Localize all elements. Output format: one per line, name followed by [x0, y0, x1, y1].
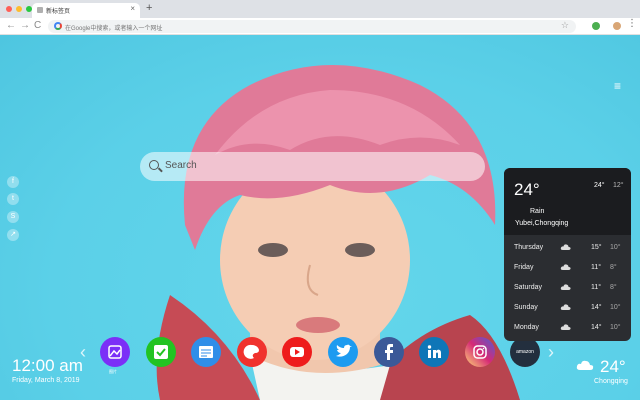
- close-window-dot[interactable]: [6, 6, 12, 12]
- forecast-row: Saturday 11° 8°: [504, 278, 631, 298]
- menu-icon[interactable]: ≡: [614, 80, 621, 92]
- notes-icon: [199, 346, 213, 358]
- forecast-low: 10°: [610, 304, 621, 311]
- app-amazon-button[interactable]: amazon: [510, 337, 540, 367]
- forecast-high: 15°: [591, 244, 602, 251]
- skype-icon[interactable]: S: [7, 211, 19, 223]
- cloud-icon: [560, 244, 571, 250]
- app-twitter-button[interactable]: [328, 337, 358, 367]
- address-placeholder: 在Google中搜索，或者输入一个网址: [65, 26, 163, 32]
- weather-high: 24°: [594, 182, 605, 189]
- forecast-high: 11°: [591, 284, 602, 291]
- clock-time: 12:00 am: [12, 356, 83, 375]
- google-icon: [54, 22, 62, 30]
- tab-favicon-icon: [37, 7, 43, 13]
- apps-next-arrow[interactable]: ›: [548, 343, 554, 361]
- forecast-row: Friday 11° 8°: [504, 258, 631, 278]
- app-facebook-button[interactable]: [374, 337, 404, 367]
- app-gallery-button[interactable]: [100, 337, 130, 367]
- forecast-low: 10°: [610, 324, 621, 331]
- bookmark-star-icon[interactable]: ☆: [561, 20, 569, 31]
- mini-weather-temp: 24°: [600, 357, 626, 376]
- app-youtube-button[interactable]: [282, 337, 312, 367]
- weather-card-header: 24° 24° 12° Rain Yubei,Chongqing: [504, 168, 631, 235]
- minimize-window-dot[interactable]: [16, 6, 22, 12]
- forecast-day: Sunday: [514, 304, 538, 311]
- forecast-row: Thursday 15° 10°: [504, 238, 631, 258]
- linkedin-icon: [427, 345, 441, 358]
- amazon-label: amazon: [516, 349, 534, 355]
- app-palette-button[interactable]: [237, 337, 267, 367]
- facebook-f-icon: [385, 344, 393, 360]
- back-button[interactable]: ←: [6, 20, 16, 32]
- mini-weather-city: Chongqing: [594, 378, 628, 385]
- weather-location: Yubei,Chongqing: [515, 220, 569, 227]
- forecast-day: Friday: [514, 264, 534, 271]
- forecast-low: 8°: [610, 264, 617, 271]
- new-tab-button[interactable]: +: [146, 2, 152, 14]
- weather-condition: Rain: [530, 208, 545, 215]
- weather-low: 12°: [613, 182, 624, 189]
- cloud-icon: [560, 324, 571, 330]
- gallery-icon: [108, 345, 122, 359]
- cloud-icon: [560, 284, 571, 290]
- clock-date: Friday, March 8, 2019: [12, 377, 80, 384]
- forecast-high: 11°: [591, 264, 602, 271]
- forecast-low: 8°: [610, 284, 617, 291]
- youtube-icon: [290, 347, 304, 357]
- browser-tab[interactable]: 新标签页 ×: [32, 3, 140, 18]
- search-icon: [149, 160, 159, 170]
- profile-avatar[interactable]: [612, 21, 622, 31]
- forecast-low: 10°: [610, 244, 621, 251]
- tab-close-icon[interactable]: ×: [130, 4, 135, 13]
- forecast-day: Thursday: [514, 244, 544, 251]
- weather-card: 24° 24° 12° Rain Yubei,Chongqing Thursda…: [504, 168, 631, 341]
- app-notes-button[interactable]: [191, 337, 221, 367]
- reload-button[interactable]: C: [34, 20, 41, 32]
- share-icon[interactable]: ↗: [7, 229, 19, 241]
- cloud-icon: [576, 360, 594, 370]
- forecast-row: Monday 14° 10°: [504, 318, 631, 338]
- instagram-icon: [473, 345, 487, 359]
- twitter-bird-icon: [336, 344, 352, 357]
- app-gallery-label: 图片: [109, 369, 117, 374]
- forecast-high: 14°: [591, 304, 602, 311]
- facebook-icon[interactable]: f: [7, 176, 19, 188]
- app-instagram-button[interactable]: [465, 337, 495, 367]
- forecast-row: Sunday 14° 10°: [504, 298, 631, 318]
- forward-button[interactable]: →: [20, 20, 30, 32]
- search-placeholder: Search: [165, 160, 197, 171]
- browser-toolbar: ← → C 在Google中搜索，或者输入一个网址 ☆: [0, 18, 640, 35]
- window-controls: [6, 6, 32, 12]
- palette-icon: [243, 344, 259, 359]
- tab-title: 新标签页: [46, 9, 71, 15]
- cloud-icon: [560, 304, 571, 310]
- tab-bar: 新标签页 × +: [0, 0, 640, 18]
- forecast-day: Saturday: [514, 284, 543, 291]
- app-linkedin-button[interactable]: [419, 337, 449, 367]
- check-icon: [154, 345, 168, 359]
- forecast-day: Monday: [514, 324, 539, 331]
- cloud-icon: [560, 264, 571, 270]
- twitter-icon[interactable]: t: [7, 193, 19, 205]
- address-bar[interactable]: 在Google中搜索，或者输入一个网址 ☆: [48, 20, 576, 33]
- extension-icon[interactable]: [592, 22, 600, 30]
- app-check-button[interactable]: [146, 337, 176, 367]
- weather-current-temp: 24°: [514, 180, 540, 199]
- forecast-high: 14°: [591, 324, 602, 331]
- search-bar[interactable]: Search: [140, 152, 485, 181]
- browser-menu-icon[interactable]: ⋮: [627, 18, 637, 30]
